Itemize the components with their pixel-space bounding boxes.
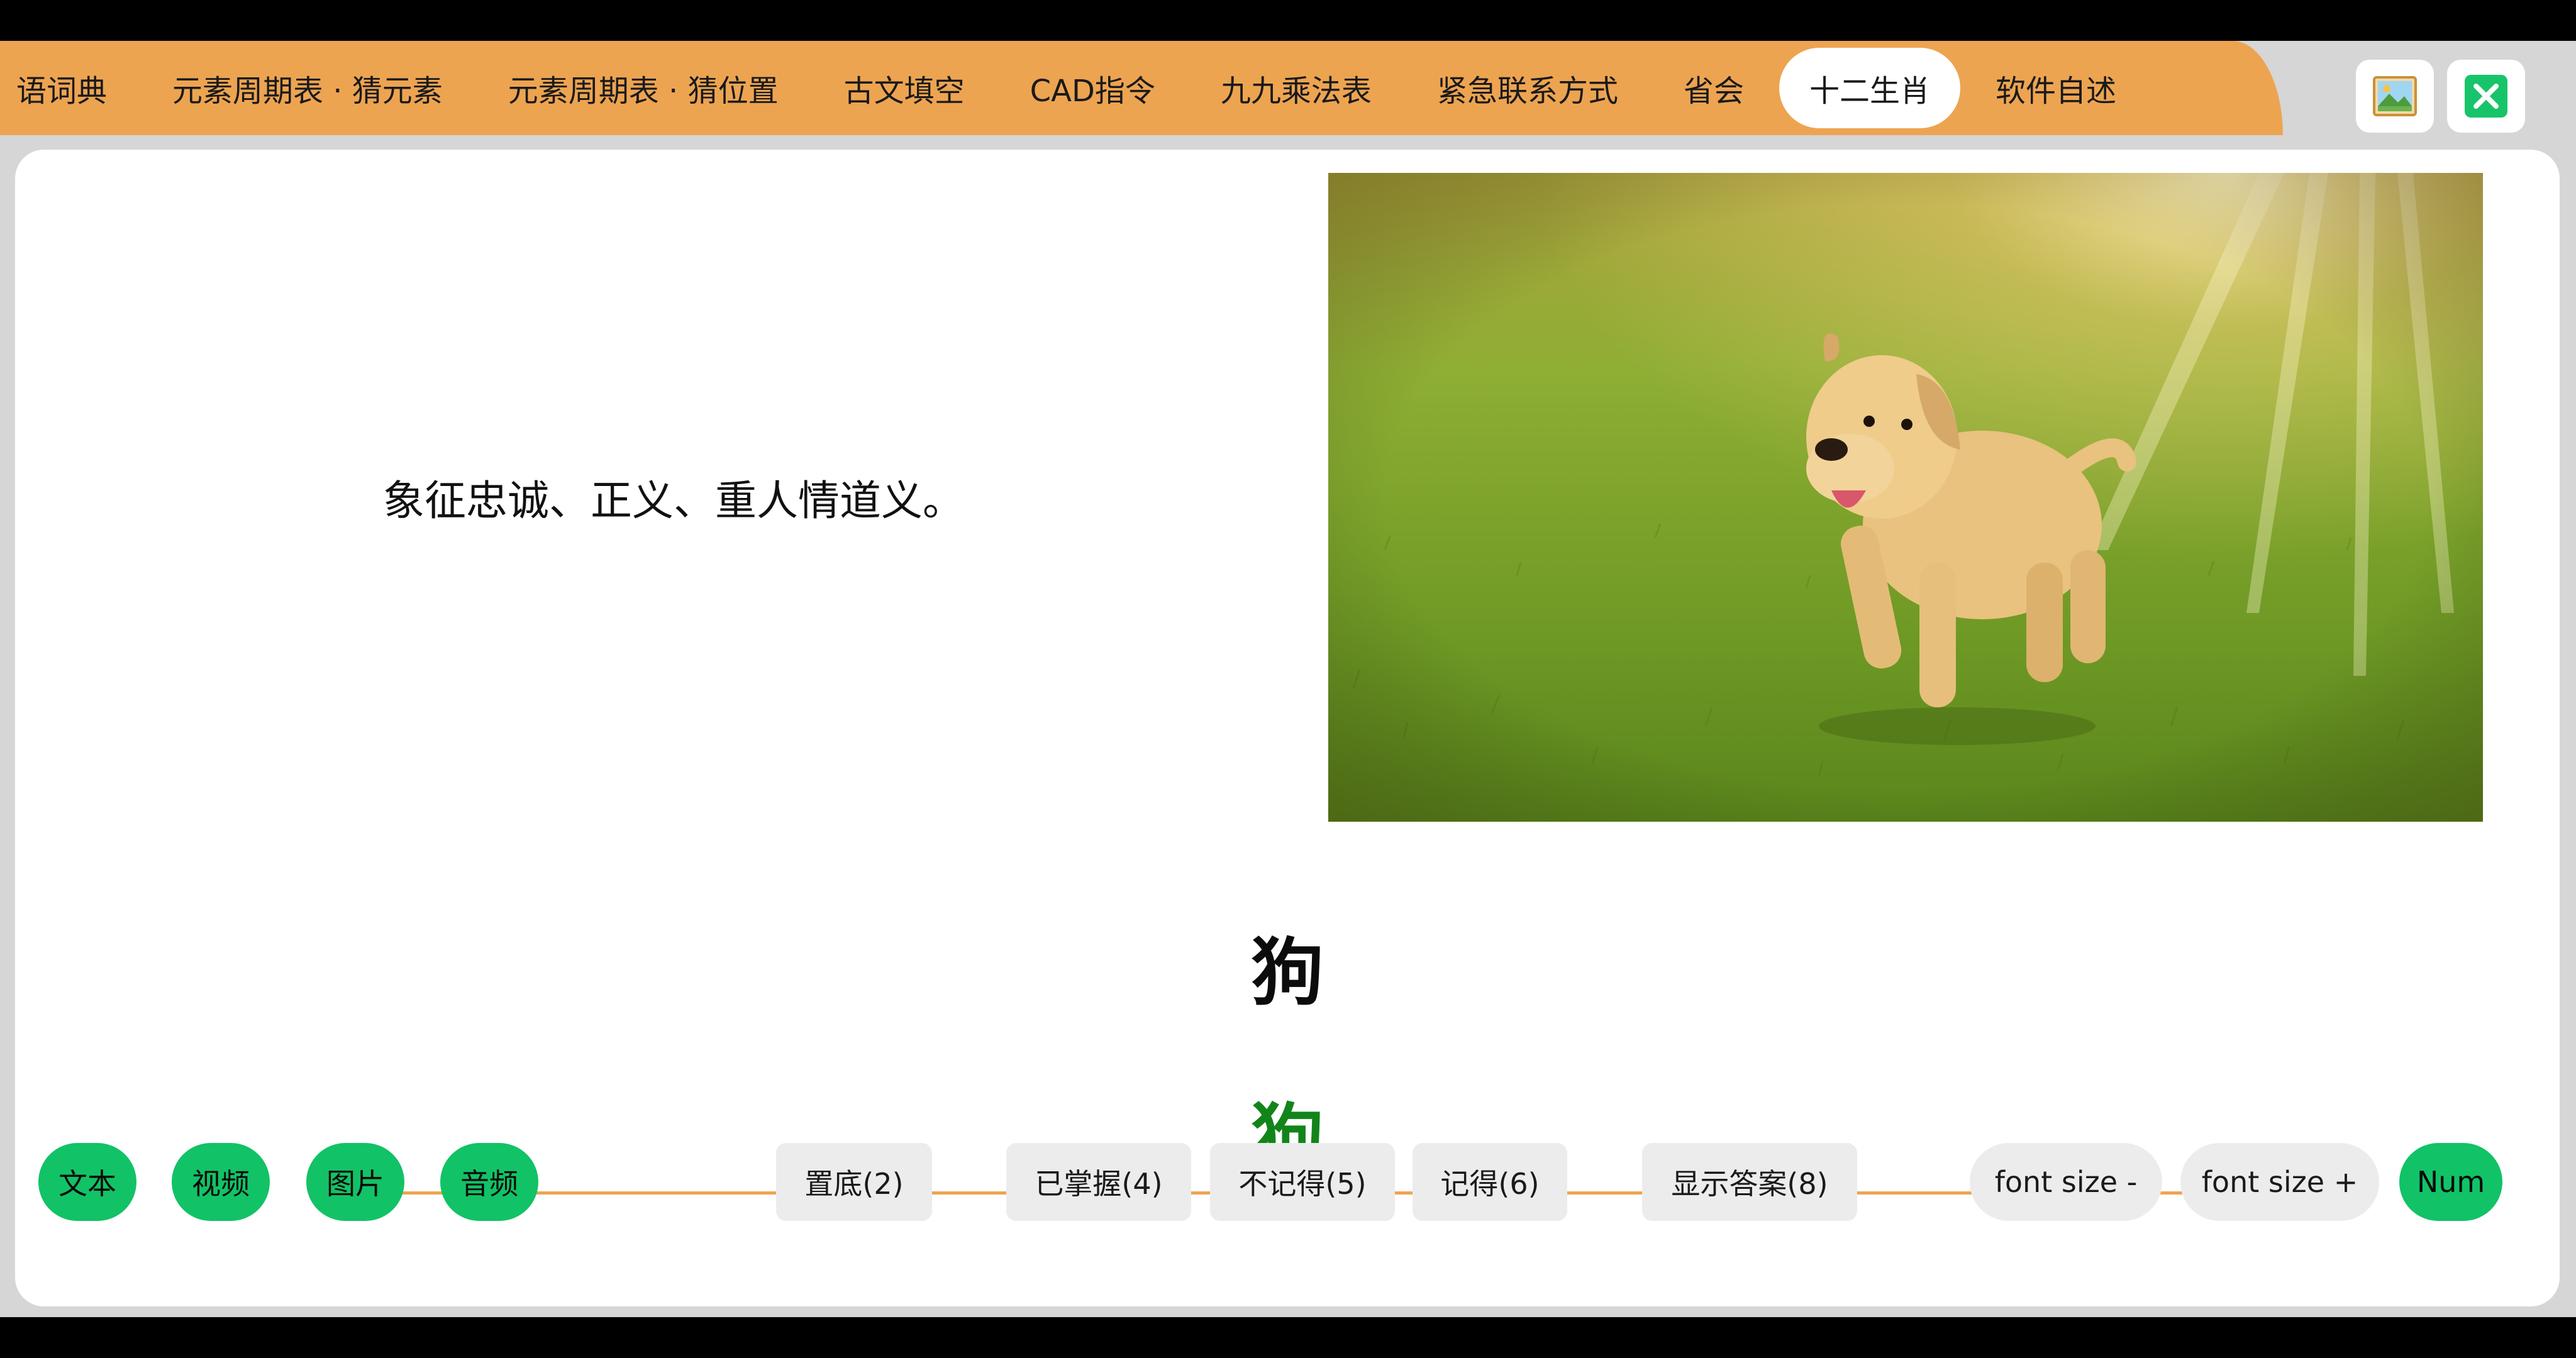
font-size-decrease-button[interactable]: font size - [1970,1143,2162,1221]
card-description: 象征忠诚、正义、重人情道义。 [383,477,964,525]
tab-cad-commands[interactable]: CAD指令 [1000,48,1185,128]
font-size-increase-button[interactable]: font size + [2180,1143,2379,1221]
tab-emergency-contacts[interactable]: 紧急联系方式 [1407,48,1648,128]
picture-button[interactable] [2356,60,2434,133]
audio-mode-button[interactable]: 音频 [440,1143,538,1221]
num-button[interactable]: Num [2399,1143,2502,1221]
flashcard-panel: 象征忠诚、正义、重人情道义。 狗 狗 [15,150,2560,1306]
tab-classical-fill[interactable]: 古文填空 [814,48,995,128]
tab-chinese-zodiac[interactable]: 十二生肖 [1779,48,1960,128]
tab-periodic-guess-element[interactable]: 元素周期表 · 猜元素 [142,48,473,128]
video-mode-button[interactable]: 视频 [172,1143,270,1221]
tab-multiplication-table[interactable]: 九九乘法表 [1191,48,1402,128]
app-window: 语词典 元素周期表 · 猜元素 元素周期表 · 猜位置 古文填空 CAD指令 九… [0,41,2576,1317]
move-to-bottom-button[interactable]: 置底(2) [776,1143,932,1221]
tab-software-readme[interactable]: 软件自述 [1965,48,2146,128]
tab-periodic-guess-position[interactable]: 元素周期表 · 猜位置 [478,48,809,128]
tab-list: 语词典 元素周期表 · 猜元素 元素周期表 · 猜位置 古文填空 CAD指令 九… [0,41,2151,135]
image-mode-button[interactable]: 图片 [306,1143,404,1221]
app-root: 语词典 元素周期表 · 猜元素 元素周期表 · 猜位置 古文填空 CAD指令 九… [0,0,2576,1358]
close-button[interactable] [2447,60,2525,133]
mastered-button[interactable]: 已掌握(4) [1006,1143,1191,1221]
question-word: 狗 [1251,930,1324,1015]
tab-provincial-capitals[interactable]: 省会 [1653,48,1774,128]
tab-idiom-dictionary[interactable]: 语词典 [0,48,137,128]
tab-bar: 语词典 元素周期表 · 猜元素 元素周期表 · 猜位置 古文填空 CAD指令 九… [0,41,2283,135]
card-image [1328,173,2483,822]
remember-button[interactable]: 记得(6) [1413,1143,1567,1221]
close-icon [2465,75,2507,118]
text-mode-button[interactable]: 文本 [38,1143,136,1221]
puppy-photo [1328,173,2483,822]
show-answer-button[interactable]: 显示答案(8) [1642,1143,1857,1221]
forgot-button[interactable]: 不记得(5) [1210,1143,1395,1221]
picture-icon [2373,76,2417,116]
